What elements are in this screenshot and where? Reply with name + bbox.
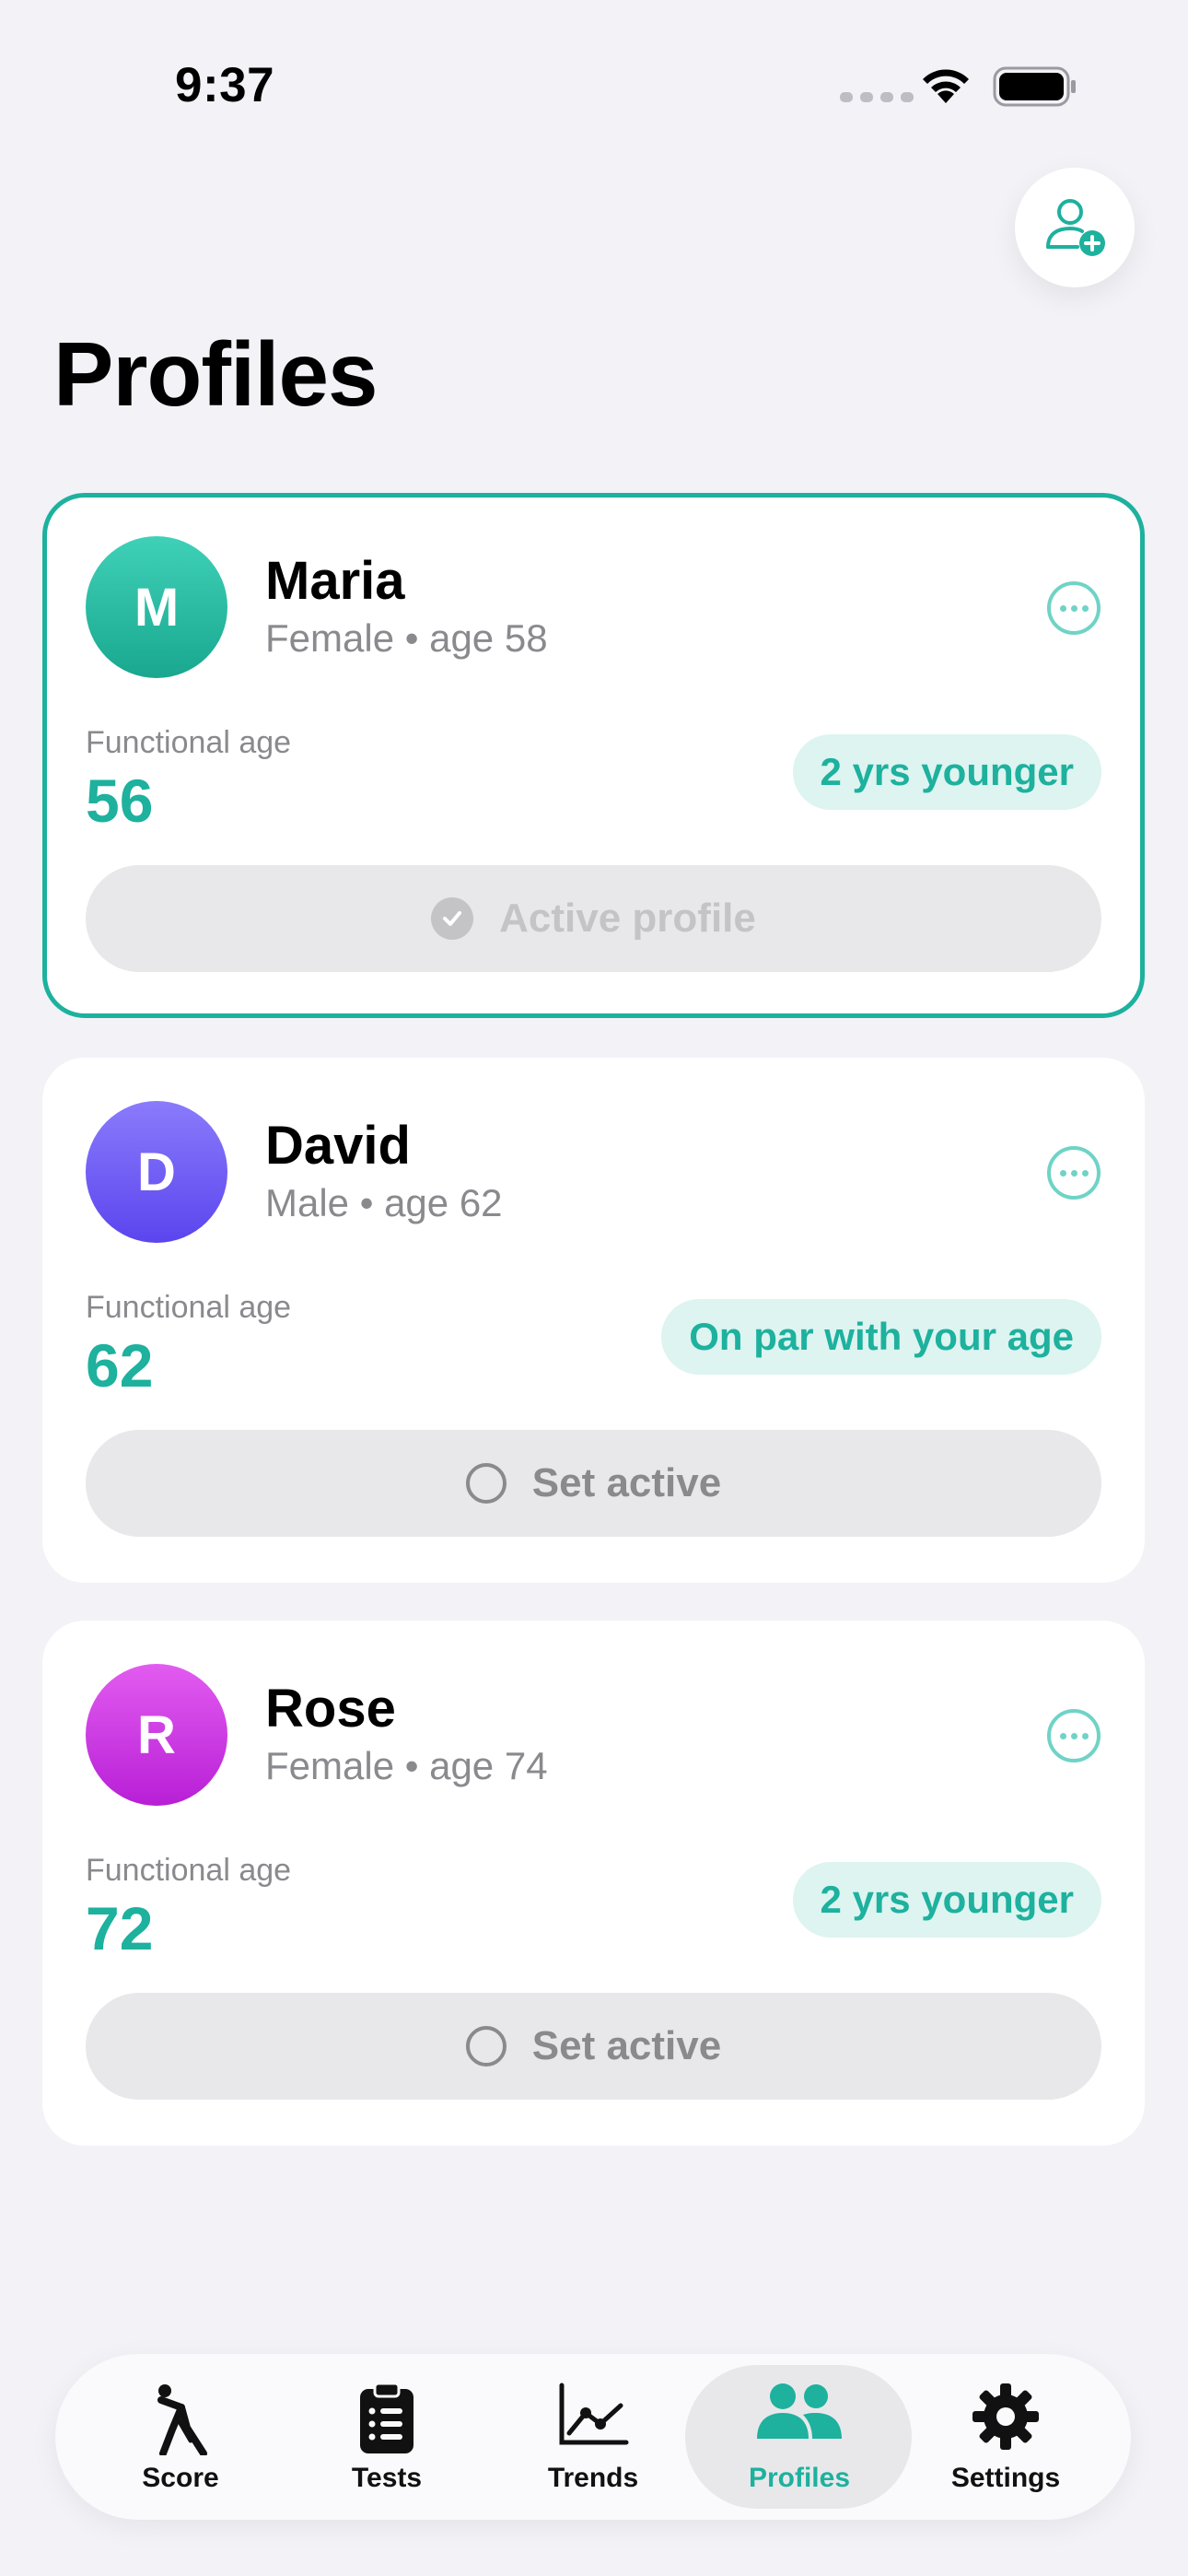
set-active-button[interactable]: Set active xyxy=(86,1430,1101,1537)
action-label: Set active xyxy=(531,1460,722,1505)
ellipsis-icon xyxy=(1059,1169,1066,1177)
ellipsis-icon xyxy=(1059,1732,1066,1739)
status-bar: 9:37 xyxy=(0,0,1188,175)
cellular-signal-icon xyxy=(840,92,914,102)
comparison-badge: 2 yrs younger xyxy=(792,734,1101,810)
functional-age-value: 62 xyxy=(86,1331,154,1399)
functional-age-label: Functional age xyxy=(86,1853,292,1888)
avatar: D xyxy=(86,1101,227,1243)
functional-age-value: 72 xyxy=(86,1894,154,1962)
tab-label: Trends xyxy=(547,2463,639,2493)
profile-meta: Male • age 62 xyxy=(265,1181,503,1224)
empty-circle-icon xyxy=(465,2026,507,2067)
tab-label: Score xyxy=(142,2463,219,2493)
more-options-button[interactable] xyxy=(1047,1709,1101,1762)
page-title: Profiles xyxy=(53,323,378,425)
tab-label: Tests xyxy=(351,2463,423,2493)
comparison-badge: On par with your age xyxy=(661,1299,1101,1375)
profile-name: Maria xyxy=(265,551,405,611)
functional-age-value: 56 xyxy=(86,767,154,835)
tab-settings[interactable]: Settings xyxy=(903,2354,1109,2520)
comparison-badge: 2 yrs younger xyxy=(792,1862,1101,1938)
more-options-button[interactable] xyxy=(1047,1146,1101,1200)
more-options-button[interactable] xyxy=(1047,581,1101,635)
set-active-button[interactable]: Set active xyxy=(86,1993,1101,2100)
battery-icon xyxy=(993,66,1076,107)
clipboard-list-icon xyxy=(360,2382,413,2453)
empty-circle-icon xyxy=(465,1463,507,1504)
people-icon xyxy=(757,2383,842,2439)
avatar-initial: R xyxy=(137,1704,176,1765)
wifi-icon xyxy=(923,69,969,103)
figure-stretch-icon xyxy=(157,2384,207,2455)
ellipsis-icon xyxy=(1059,604,1066,612)
tab-score[interactable]: Score xyxy=(77,2354,284,2520)
gear-icon xyxy=(973,2383,1039,2450)
add-person-icon xyxy=(1046,199,1105,256)
functional-age-label: Functional age xyxy=(86,725,292,760)
tab-bar: Score Tests Trends Profiles Settings xyxy=(55,2354,1131,2520)
profile-name: David xyxy=(265,1116,411,1176)
profile-name: Rose xyxy=(265,1679,396,1739)
avatar: M xyxy=(86,536,227,678)
profile-card-rose[interactable]: R Rose Female • age 74 Functional age 72… xyxy=(42,1621,1145,2146)
profile-card-maria[interactable]: M Maria Female • age 58 Functional age 5… xyxy=(42,493,1145,1018)
avatar-initial: D xyxy=(137,1142,176,1202)
profile-meta: Female • age 74 xyxy=(265,1744,548,1787)
line-chart-icon xyxy=(559,2383,629,2445)
status-time: 9:37 xyxy=(175,58,275,112)
checkmark-circle-icon xyxy=(431,897,474,940)
tab-label: Profiles xyxy=(748,2463,851,2493)
avatar-initial: M xyxy=(134,577,180,638)
action-label: Active profile xyxy=(499,896,756,941)
functional-age-label: Functional age xyxy=(86,1290,292,1325)
tab-tests[interactable]: Tests xyxy=(284,2354,490,2520)
tab-label: Settings xyxy=(950,2463,1061,2493)
action-label: Set active xyxy=(531,2023,722,2068)
active-profile-button: Active profile xyxy=(86,865,1101,972)
avatar: R xyxy=(86,1664,227,1806)
tab-trends[interactable]: Trends xyxy=(490,2354,696,2520)
profile-meta: Female • age 58 xyxy=(265,616,548,660)
profile-card-david[interactable]: D David Male • age 62 Functional age 62 … xyxy=(42,1058,1145,1583)
add-profile-button[interactable] xyxy=(1015,168,1135,287)
tab-profiles[interactable]: Profiles xyxy=(696,2354,903,2520)
